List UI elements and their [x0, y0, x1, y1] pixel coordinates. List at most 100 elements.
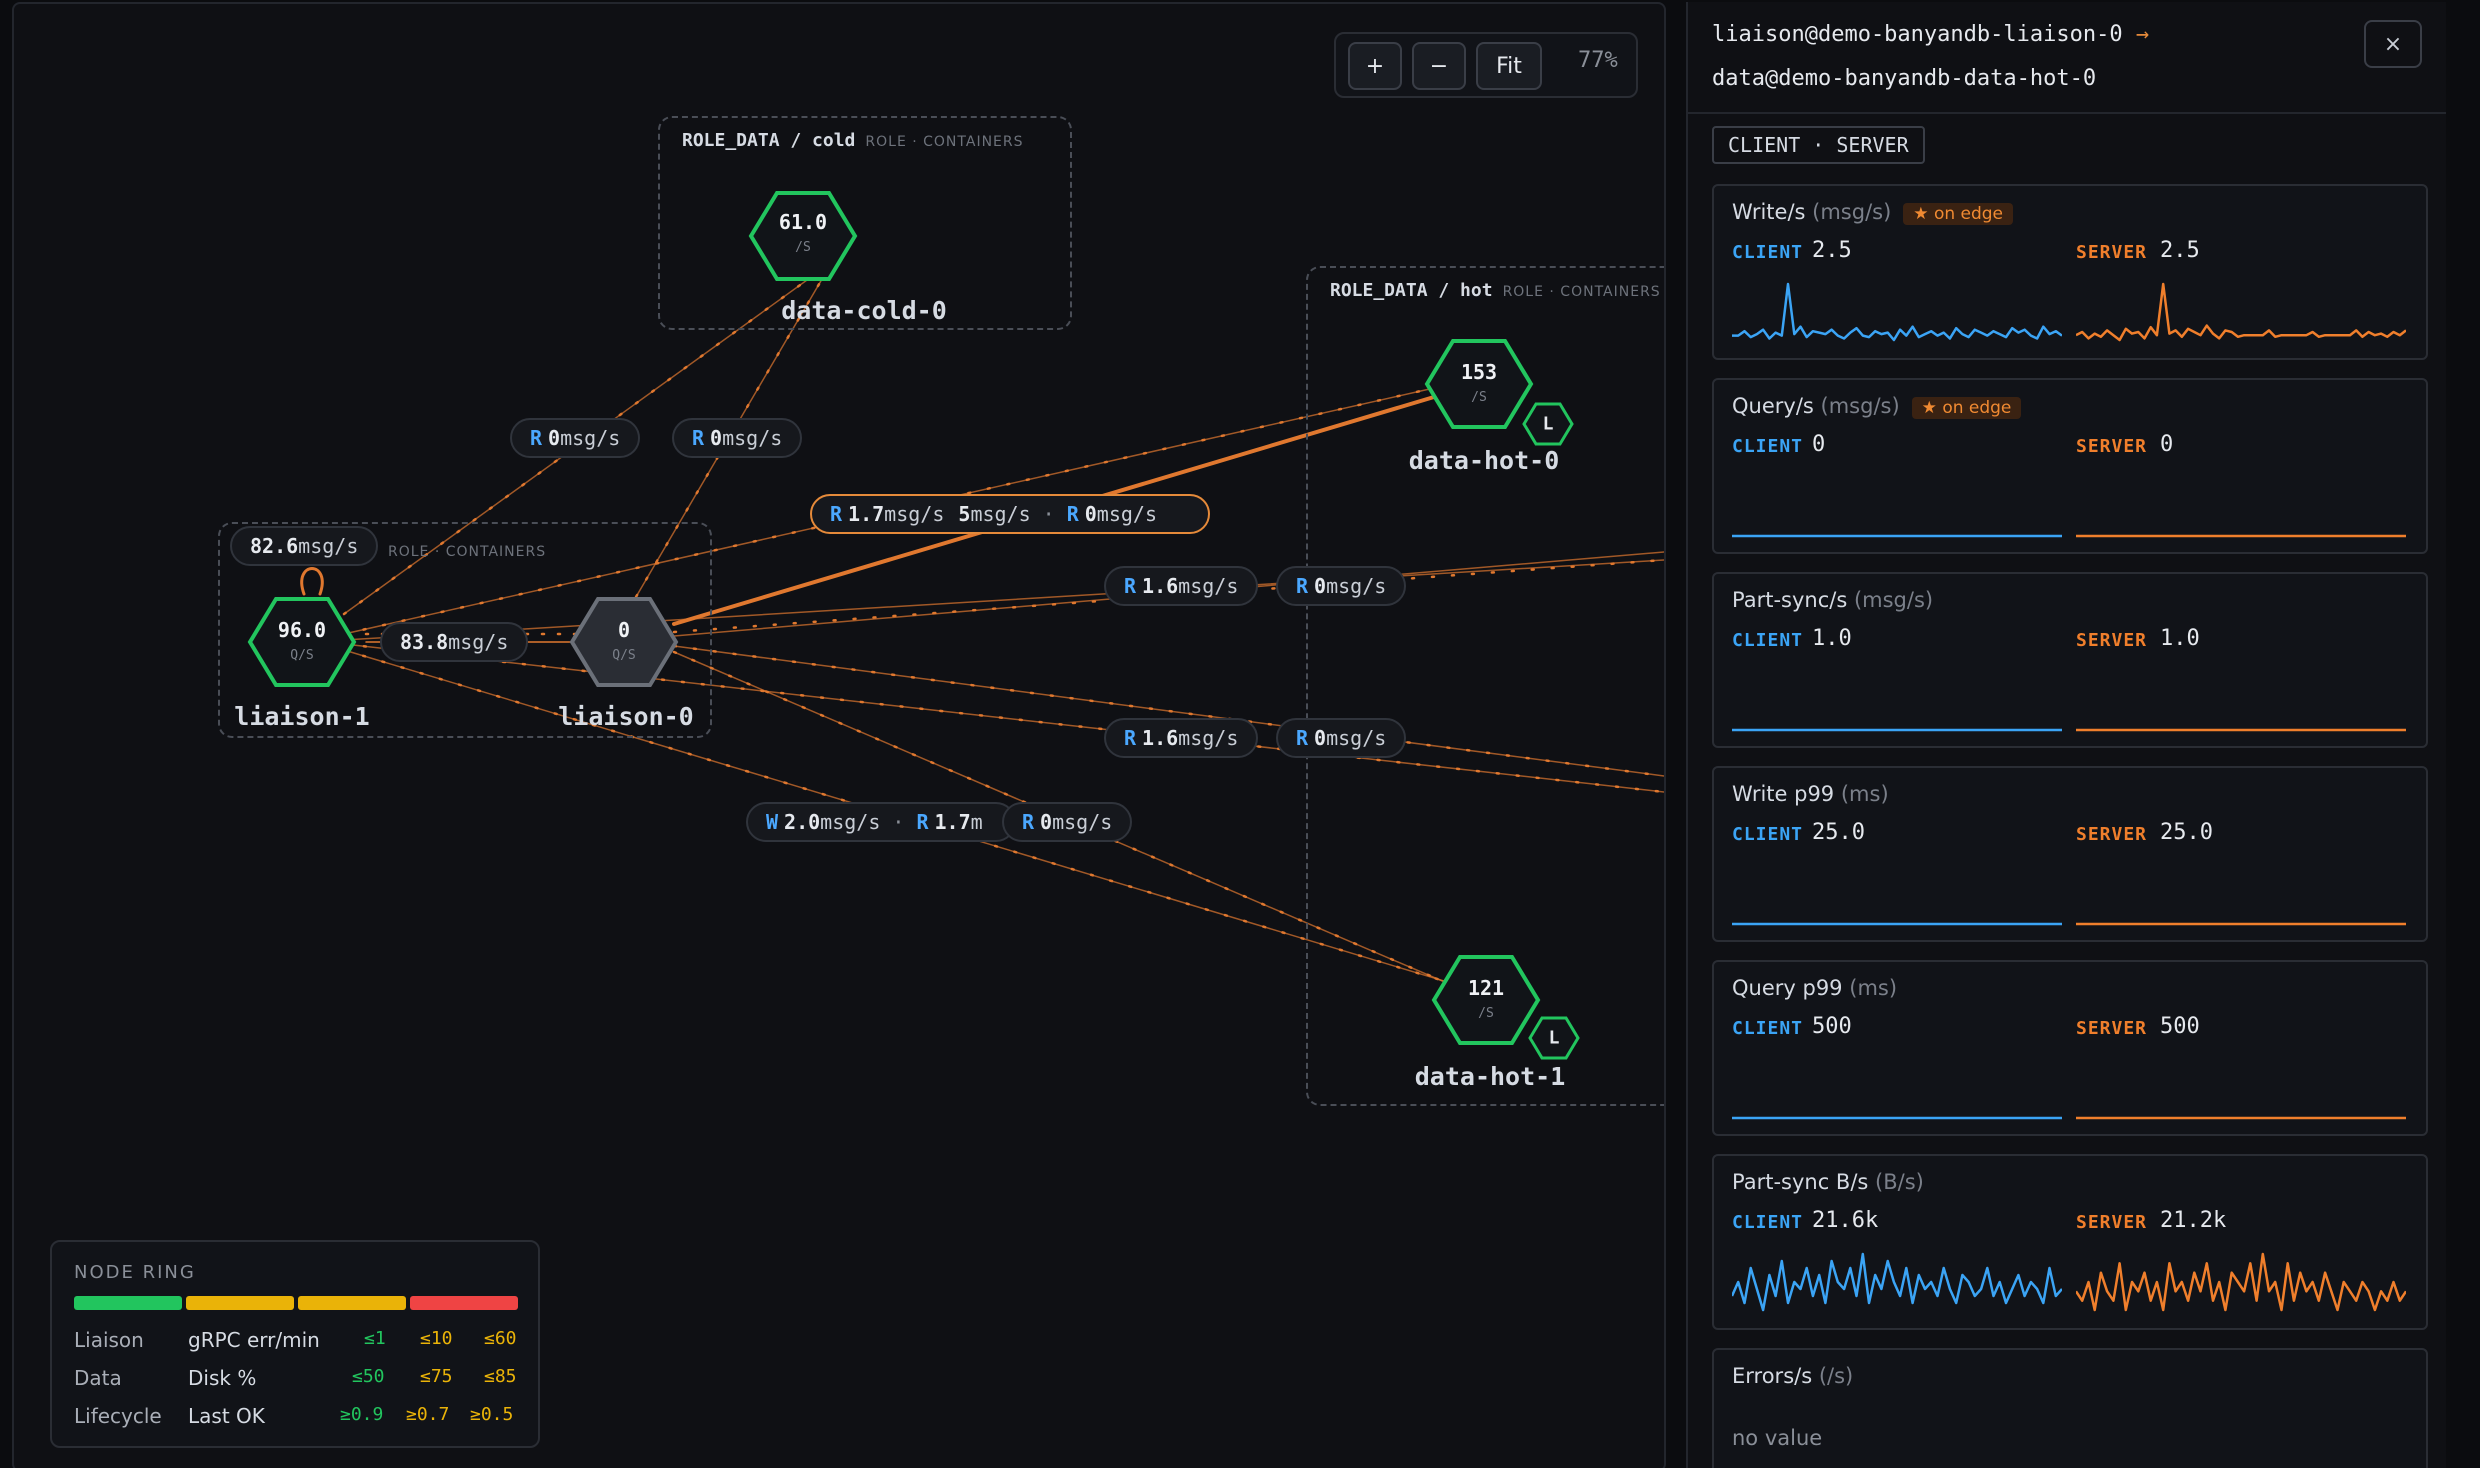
- client-label: CLIENT: [1732, 1212, 1804, 1233]
- node-unit-data-cold-0: /S: [795, 240, 811, 255]
- node-label-data-hot-0[interactable]: data-hot-0: [1409, 446, 1560, 475]
- client-value: 21.6k: [1812, 1208, 1879, 1233]
- value: 0: [1314, 574, 1327, 598]
- arrow-right-icon: →: [2135, 22, 2150, 47]
- legend-role: Lifecycle: [74, 1404, 162, 1428]
- edge-label-cold-b[interactable]: R 0 msg/s: [672, 418, 803, 458]
- kind: R: [1296, 574, 1309, 598]
- metric-title: Write/s (msg/s) ★ on edge: [1732, 200, 2014, 225]
- group-name-hot: ROLE_DATA / hot: [1330, 280, 1493, 301]
- server-value: 0: [2160, 432, 2174, 457]
- group-header-liaison: ROLE · CONTAINERS: [388, 540, 546, 561]
- node-label-liaison-0[interactable]: liaison-0: [558, 702, 693, 731]
- client-value: 2.5: [1812, 238, 1852, 263]
- metric-name: Part-sync B/s: [1732, 1170, 1869, 1194]
- legend-bar-yellow-1: [186, 1296, 294, 1310]
- server-sparkline: [2076, 1116, 2406, 1120]
- client-sparkline: [1732, 1116, 2062, 1120]
- metric-card: Part-sync/s (msg/s) CLIENT 1.0 SERVER 1.0: [1712, 572, 2428, 748]
- extra-value: 5: [958, 502, 971, 526]
- kind: R: [1124, 574, 1137, 598]
- server-sparkline: [2076, 728, 2406, 732]
- group-name-cold: ROLE_DATA / cold: [682, 130, 856, 151]
- edge-label-hot1-b[interactable]: R 0 msg/s: [1002, 802, 1133, 842]
- on-edge-badge: ★ on edge: [1911, 397, 2022, 419]
- unit: msg/s: [560, 426, 621, 450]
- edge-label-right-b2[interactable]: R 0 msg/s: [1276, 718, 1407, 758]
- metric-card: Errors/s (/s) no value: [1712, 1348, 2428, 1468]
- value: 1.6: [1142, 574, 1179, 598]
- metric-unit: (msg/s): [1820, 394, 1900, 418]
- node-value-data-hot-0: 153: [1460, 360, 1498, 384]
- value: 0: [710, 426, 723, 450]
- kind: R: [1022, 810, 1035, 834]
- node-label-liaison-1[interactable]: liaison-1: [234, 702, 369, 731]
- unit: msg/s: [1326, 574, 1387, 598]
- client-sparkline: [1732, 1252, 2062, 1312]
- fit-button[interactable]: Fit: [1476, 42, 1542, 90]
- unit: msg/s: [448, 630, 509, 654]
- legend-t3: ≤60: [484, 1328, 517, 1349]
- edge-label-liaison-link[interactable]: 83.8 msg/s: [380, 622, 529, 662]
- metric-unit: (B/s): [1875, 1170, 1924, 1194]
- group-sub-cold: ROLE · CONTAINERS: [865, 134, 1024, 150]
- metric-card: Query p99 (ms) CLIENT 500 SERVER 500: [1712, 960, 2428, 1136]
- client-label: CLIENT: [1732, 1018, 1804, 1039]
- edge-source: liaison@demo-banyandb-liaison-0 →: [1712, 22, 2149, 47]
- edge-label-right-b1[interactable]: R 1.6 msg/s: [1104, 718, 1259, 758]
- unit: msg/s: [1178, 726, 1239, 750]
- node-unit-liaison-0: Q/S: [612, 648, 636, 663]
- zoom-level: 77%: [1578, 48, 1618, 73]
- metric-title: Part-sync/s (msg/s): [1732, 588, 1933, 612]
- client-label: CLIENT: [1732, 436, 1804, 457]
- value: 83.8: [400, 630, 449, 654]
- unit: msg/s: [1326, 726, 1387, 750]
- metric-name: Write/s: [1732, 200, 1806, 224]
- metric-card: Query/s (msg/s) ★ on edge CLIENT 0 SERVER 0: [1712, 378, 2428, 554]
- client-label: CLIENT: [1732, 242, 1804, 263]
- server-label: SERVER: [2076, 1212, 2148, 1233]
- close-button[interactable]: ×: [2364, 20, 2422, 68]
- edge-target: data@demo-banyandb-data-hot-0: [1712, 66, 2097, 91]
- group-header-cold: ROLE_DATA / cold ROLE · CONTAINERS: [682, 130, 1024, 151]
- metric-title: Part-sync B/s (B/s): [1732, 1170, 1924, 1194]
- topology-canvas[interactable]: + − Fit 77% ROLE_DATA / cold ROLE · CONTA…: [12, 2, 1666, 1468]
- no-value-text: no value: [1732, 1426, 1823, 1450]
- edge-label-hot1-a[interactable]: W 2.0 msg/s · R 1.7 m: [746, 802, 1016, 842]
- node-label-data-hot-1[interactable]: data-hot-1: [1415, 1062, 1566, 1091]
- legend-bar-green: [74, 1296, 182, 1310]
- legend-bar-yellow-2: [298, 1296, 406, 1310]
- value: 82.6: [250, 534, 299, 558]
- edge-label-hot0-main[interactable]: R 1.7 msg/s 5 msg/s · R 0 msg/s: [810, 494, 1210, 534]
- kind: R: [830, 502, 843, 526]
- legend-t2: ≤75: [420, 1366, 453, 1387]
- edge-label-right-a2[interactable]: R 0 msg/s: [1276, 566, 1407, 606]
- legend-metric: gRPC err/min: [188, 1328, 320, 1352]
- metric-name: Errors/s: [1732, 1364, 1813, 1388]
- zoom-in-button[interactable]: +: [1348, 42, 1402, 90]
- server-value: 1.0: [2160, 626, 2200, 651]
- metric-unit: (msg/s): [1853, 588, 1934, 612]
- mode-tag[interactable]: CLIENT · SERVER: [1712, 126, 1925, 164]
- unit2: msg/s: [1096, 502, 1158, 526]
- node-badge-data-hot-1: L: [1548, 1027, 1560, 1049]
- server-sparkline: [2076, 534, 2406, 538]
- metric-title: Query/s (msg/s) ★ on edge: [1732, 394, 2022, 419]
- unit: msg/s: [884, 502, 945, 526]
- legend-t3: ≥0.5: [470, 1404, 514, 1425]
- node-label-data-cold-0[interactable]: data-cold-0: [781, 296, 947, 325]
- node-value-liaison-1: 96.0: [277, 618, 327, 642]
- metric-unit: (/s): [1818, 1364, 1854, 1388]
- edge-label-cold-a[interactable]: R 0 msg/s: [510, 418, 641, 458]
- zoom-out-button[interactable]: −: [1412, 42, 1466, 90]
- edge-label-right-a1[interactable]: R 1.6 msg/s: [1104, 566, 1259, 606]
- group-header-hot: ROLE_DATA / hot ROLE · CONTAINERS: [1330, 280, 1661, 301]
- client-sparkline: [1732, 728, 2062, 732]
- legend-role: Liaison: [74, 1328, 144, 1352]
- metric-card: Write p99 (ms) CLIENT 25.0 SERVER 25.0: [1712, 766, 2428, 942]
- extra-unit: msg/s: [970, 502, 1031, 526]
- edge-label-self-loop[interactable]: 82.6 msg/s: [230, 526, 379, 566]
- node-badge-data-hot-0: L: [1542, 413, 1554, 435]
- node-value-liaison-0: 0: [617, 618, 631, 642]
- legend-title: NODE RING: [74, 1262, 196, 1283]
